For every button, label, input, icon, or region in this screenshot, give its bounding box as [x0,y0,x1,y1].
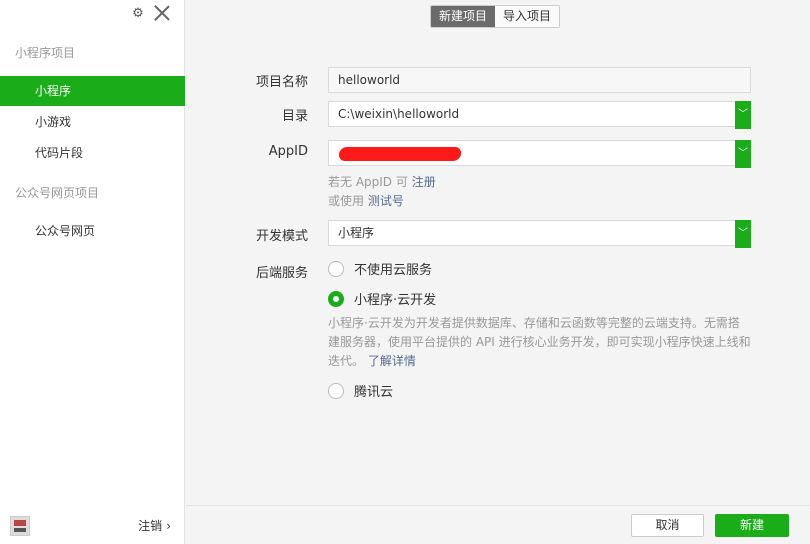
redaction-mark [338,147,462,161]
dev-mode-label: 开发模式 [255,229,308,244]
directory-label: 目录 [281,109,308,124]
hint-or: 或使用 [328,194,365,208]
gear-icon[interactable]: ⚙ [130,5,146,21]
option-no-cloud-label: 不使用云服务 [354,263,433,278]
tab-import-project[interactable]: 导入项目 [495,6,560,27]
close-icon[interactable] [152,3,172,23]
cloud-desc-line3: 迭代。 [328,354,365,368]
logout-button[interactable]: 注销 › [138,517,171,534]
option-no-cloud[interactable]: 不使用云服务 [328,259,432,278]
window-controls: ⚙ [130,3,172,23]
test-account-link[interactable]: 测试号 [368,194,404,208]
appid-input[interactable]: ﹀ [328,140,751,168]
option-tencent-cloud-label: 腾讯云 [354,385,394,400]
project-name-label: 项目名称 [255,75,308,90]
chevron-down-icon: ﹀ [738,228,748,239]
cancel-button[interactable]: 取消 [631,514,704,537]
logout-label: 注销 [138,519,163,533]
avatar[interactable] [10,516,30,536]
directory-dropdown-button[interactable]: ﹀ [735,101,751,129]
project-name-input[interactable]: helloworld [328,67,751,93]
sidebar-footer: 注销 › [0,504,185,544]
sidebar-item-code-snippet[interactable]: 代码片段 [0,138,185,168]
create-button[interactable]: 新建 [715,514,789,537]
hint-prefix: 若无 AppID 可 [328,175,408,189]
appid-hint-test: 或使用 测试号 [328,192,404,209]
backend-label: 后端服务 [255,266,308,281]
section-title-miniprogram: 小程序项目 [15,46,76,60]
sidebar-item-minigame[interactable]: 小游戏 [0,107,185,137]
sidebar-item-miniprogram[interactable]: 小程序 [0,76,185,106]
chevron-right-icon: › [166,518,171,533]
cloud-desc-line1: 小程序·云开发为开发者提供数据库、存储和云函数等完整的云端支持。无需搭 [328,316,740,330]
appid-dropdown-button[interactable]: ﹀ [735,140,751,168]
option-cloud-dev-label: 小程序·云开发 [354,293,437,308]
tab-bar: 新建项目 导入项目 [430,5,561,28]
tab-new-project[interactable]: 新建项目 [431,6,496,27]
footer-bar: 取消 新建 [186,505,810,544]
dev-mode-value: 小程序 [338,226,375,240]
cloud-desc-line3-wrap: 迭代。 了解详情 [328,352,758,371]
dev-mode-select[interactable]: 小程序 ﹀ [328,220,751,248]
option-tencent-cloud[interactable]: 腾讯云 [328,381,393,400]
sidebar-item-official-web[interactable]: 公众号网页 [0,216,185,246]
chevron-down-icon: ﹀ [738,148,748,159]
learn-more-link[interactable]: 了解详情 [368,354,416,368]
section-title-official: 公众号网页项目 [15,186,100,200]
appid-hint-register: 若无 AppID 可 注册 [328,173,436,190]
directory-input[interactable]: C:\weixin\helloworld ﹀ [328,101,751,129]
appid-label: AppID [268,144,308,159]
cloud-desc-line2: 建服务器，使用平台提供的 API 进行核心业务开发，即可实现小程序快速上线和 [328,335,751,349]
sidebar: ⚙ 小程序项目 小程序 小游戏 代码片段 公众号网页项目 公众号网页 注销 › [0,0,185,544]
radio-unchecked[interactable] [328,382,344,399]
radio-unchecked[interactable] [328,260,344,277]
register-link[interactable]: 注册 [412,175,436,189]
dev-mode-dropdown-button[interactable]: ﹀ [735,220,751,248]
radio-checked[interactable] [328,290,344,307]
directory-value: C:\weixin\helloworld [338,107,460,121]
option-cloud-dev[interactable]: 小程序·云开发 [328,289,436,308]
main-panel: 新建项目 导入项目 项目名称 helloworld 目录 C:\weixin\h… [186,0,810,544]
cloud-dev-description: 小程序·云开发为开发者提供数据库、存储和云函数等完整的云端支持。无需搭 建服务器… [328,314,758,371]
chevron-down-icon: ﹀ [738,109,748,120]
